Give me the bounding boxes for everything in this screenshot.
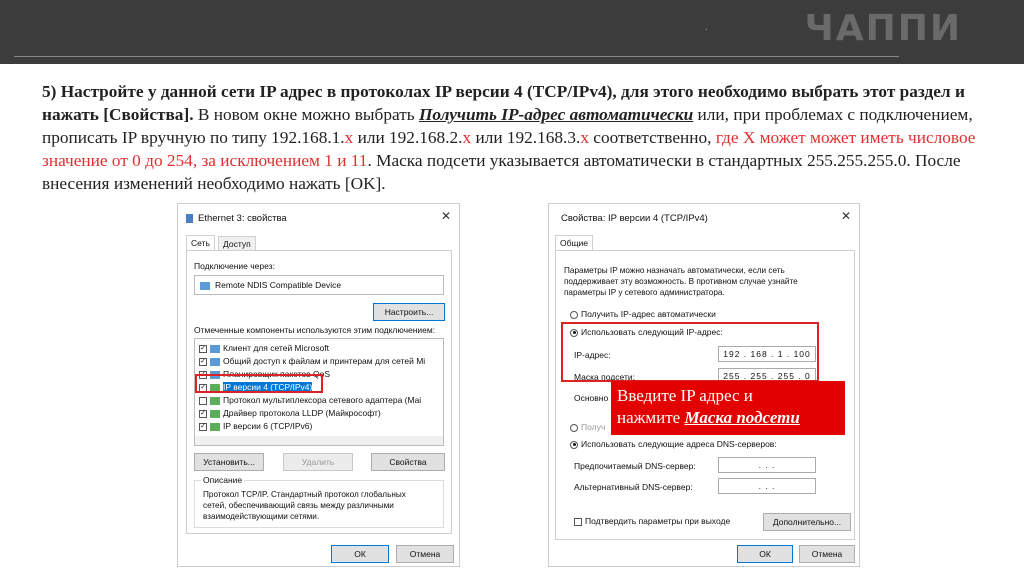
- auto-dns-label: Получ: [581, 422, 606, 432]
- intro-text: Параметры IP можно назначать автоматичес…: [564, 266, 798, 297]
- header-divider: [14, 56, 899, 57]
- logo: ЧАППИ: [804, 8, 962, 49]
- auto-ip-option[interactable]: Получить IP-адрес автоматически: [570, 309, 716, 319]
- alternate-dns-field[interactable]: . . .: [718, 478, 816, 494]
- device-field: Remote NDIS Compatible Device: [194, 275, 444, 295]
- validate-option[interactable]: Подтвердить параметры при выходе: [574, 516, 730, 526]
- list-item[interactable]: Протокол мультиплексора сетевого адаптер…: [199, 395, 421, 408]
- instruction-text: 5) Настройте у данной сети IP адрес в пр…: [42, 80, 982, 195]
- manual-dns-label: Использовать следующие адреса DNS-сервер…: [581, 439, 777, 449]
- remove-button: Удалить: [283, 453, 353, 471]
- item-label: Общий доступ к файлам и принтерам для се…: [223, 356, 426, 366]
- instruction-part: соответственно,: [588, 128, 716, 147]
- configure-button[interactable]: Настроить...: [373, 303, 445, 321]
- manual-dns-option[interactable]: Использовать следующие адреса DNS-сервер…: [570, 439, 777, 449]
- protocol-icon: [210, 409, 220, 418]
- validate-label: Подтвердить параметры при выходе: [585, 516, 731, 526]
- device-name: Remote NDIS Compatible Device: [215, 280, 342, 290]
- instruction-x: x: [580, 128, 589, 147]
- item-label: Протокол мультиплексора сетевого адаптер…: [223, 395, 422, 405]
- auto-dns-option[interactable]: Получ: [570, 422, 605, 432]
- protocol-icon: [210, 422, 220, 431]
- callout-box: Введите IP адрес и нажмите Маска подсети: [611, 381, 845, 435]
- tab-general[interactable]: Общие: [555, 235, 593, 250]
- components-label: Отмеченные компоненты используются этим …: [194, 325, 436, 335]
- advanced-button[interactable]: Дополнительно...: [763, 513, 851, 531]
- instruction-x: x: [344, 128, 354, 147]
- auto-ip-label: Получить IP-адрес автоматически: [581, 309, 716, 319]
- dialog-title: Ethernet 3: свойства: [198, 213, 287, 224]
- list-item[interactable]: ✓ Клиент для сетей Microsoft: [199, 343, 329, 356]
- description-title: Описание: [201, 475, 245, 485]
- close-icon[interactable]: ✕: [441, 209, 451, 223]
- callout-line2: нажмите Маска подсети: [617, 407, 839, 429]
- close-icon[interactable]: ✕: [841, 209, 851, 223]
- preferred-dns-label: Предпочитаемый DNS-сервер:: [574, 461, 696, 471]
- ip-settings-highlight: [561, 322, 819, 382]
- adapter-icon: [200, 282, 210, 290]
- instruction-part: В новом окне можно выбрать: [193, 105, 419, 124]
- gateway-label: Основно: [574, 393, 609, 403]
- radio-button[interactable]: [570, 423, 578, 432]
- checkbox[interactable]: [199, 396, 207, 405]
- dialog-title: Свойства: IP версии 4 (TCP/IPv4): [561, 213, 708, 224]
- description-group: Описание Протокол TCP/IP. Стандартный пр…: [194, 475, 444, 528]
- checkbox[interactable]: ✓: [199, 409, 207, 418]
- tab-access[interactable]: Доступ: [218, 236, 256, 251]
- callout-text: нажмите: [617, 408, 685, 427]
- checkbox[interactable]: [574, 517, 582, 526]
- checkbox[interactable]: ✓: [199, 422, 207, 431]
- list-item[interactable]: ✓ Общий доступ к файлам и принтерам для с…: [199, 356, 425, 369]
- description-text: Протокол TCP/IP. Стандартный протокол гл…: [203, 490, 406, 521]
- item-label: Драйвер протокола LLDP (Майкрософт): [223, 408, 381, 418]
- ok-button[interactable]: ОК: [737, 545, 793, 563]
- instruction-x: x: [462, 128, 472, 147]
- tab-network[interactable]: Сеть: [186, 235, 215, 250]
- properties-button[interactable]: Свойства: [371, 453, 445, 471]
- network-icon: [186, 214, 193, 223]
- callout-emphasis: Маска подсети: [684, 408, 800, 427]
- radio-button[interactable]: [570, 440, 578, 449]
- client-icon: [210, 344, 220, 353]
- instruction-emphasis: Получить IP-адрес автоматически: [418, 105, 694, 124]
- item-label: Клиент для сетей Microsoft: [223, 343, 330, 353]
- item-label: IP версии 6 (TCP/IPv6): [223, 421, 313, 431]
- list-item[interactable]: ✓ IP версии 6 (TCP/IPv6): [199, 421, 312, 434]
- preferred-dns-field[interactable]: . . .: [718, 457, 816, 473]
- checkbox[interactable]: ✓: [199, 357, 207, 366]
- cancel-button[interactable]: Отмена: [799, 545, 855, 563]
- checkbox[interactable]: ✓: [199, 344, 207, 353]
- install-button[interactable]: Установить...: [194, 453, 264, 471]
- ipv4-highlight: [195, 374, 323, 393]
- share-icon: [210, 357, 220, 366]
- protocol-icon: [210, 396, 220, 405]
- instruction-part: или 192.168.3.: [471, 128, 581, 147]
- horizontal-scrollbar[interactable]: [195, 436, 443, 445]
- header-dot: .: [705, 22, 708, 33]
- alternate-dns-label: Альтернативный DNS-сервер:: [574, 482, 693, 492]
- ok-button[interactable]: ОК: [331, 545, 389, 563]
- instruction-part: или 192.168.2.: [353, 128, 463, 147]
- cancel-button[interactable]: Отмена: [396, 545, 454, 563]
- list-item[interactable]: ✓ Драйвер протокола LLDP (Майкрософт): [199, 408, 381, 421]
- connect-via-label: Подключение через:: [194, 261, 275, 271]
- radio-button[interactable]: [570, 310, 578, 319]
- callout-line1: Введите IP адрес и: [617, 386, 753, 405]
